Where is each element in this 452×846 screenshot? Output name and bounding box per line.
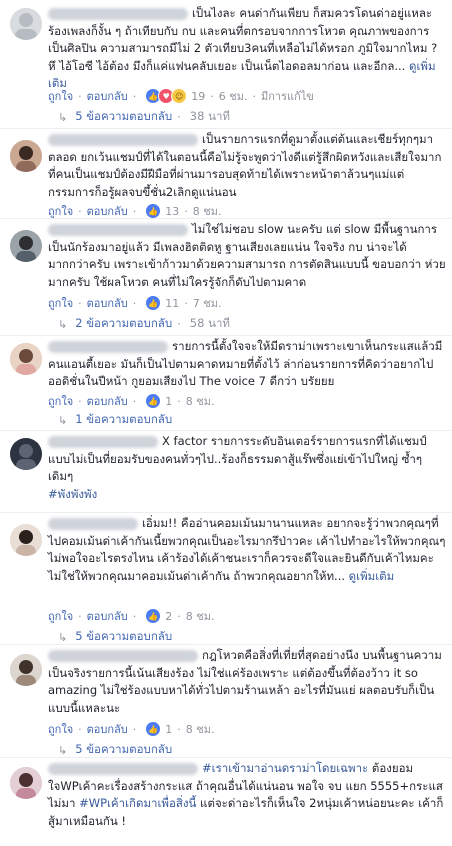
user-avatar-icon: [10, 654, 42, 686]
comment-actions: ถูกใจ · ตอบกลับ · 👍 2 · 8 ชม.: [48, 608, 442, 624]
comment-actions: ถูกใจ · ตอบกลับ · 👍 13 · 8 ชม.: [48, 203, 442, 219]
reply-count[interactable]: 5 ข้อความตอบกลับ: [75, 108, 172, 126]
hashtag-link[interactable]: #พังพังพัง: [48, 487, 97, 501]
like-link[interactable]: ถูกใจ: [48, 294, 73, 312]
avatar[interactable]: [10, 140, 42, 172]
like-link[interactable]: ถูกใจ: [48, 392, 73, 410]
reply-link[interactable]: ตอบกลับ: [87, 87, 128, 105]
view-replies-link[interactable]: ↳ 2 ข้อความตอบกลับ · 58 นาที: [58, 315, 230, 333]
avatar[interactable]: [10, 654, 42, 686]
haha-reaction-icon: ☺: [171, 88, 188, 104]
reaction-count: 2: [165, 609, 173, 623]
reaction-summary[interactable]: 👍 2: [145, 608, 172, 624]
comment-body: เป็นรายการแรกที่ดูมาตั้งแต่ต้นและเชียร์ท…: [48, 131, 446, 201]
user-avatar-icon: [10, 8, 42, 40]
comment-body: เอิ่มม!! คืออ่านคอมเม้นมานานแหละ อยากจะร…: [48, 515, 446, 585]
commenter-name[interactable]: [48, 649, 198, 662]
reply-link[interactable]: ตอบกลับ: [87, 607, 128, 625]
avatar[interactable]: [10, 8, 42, 40]
reply-arrow-icon: ↳: [58, 110, 68, 124]
like-reaction-icon: 👍: [145, 721, 162, 737]
comment-actions: ถูกใจ · ตอบกลับ · 👍 ♥ ☺ 19 · 6 ชม. · มีการแก้…: [48, 88, 442, 104]
reply-count[interactable]: 2 ข้อความตอบกลับ: [75, 315, 172, 333]
divider: [0, 512, 452, 513]
user-avatar-icon: [10, 343, 42, 375]
avatar[interactable]: [10, 230, 42, 262]
commenter-name[interactable]: [48, 435, 158, 448]
like-link[interactable]: ถูกใจ: [48, 720, 73, 738]
reply-link[interactable]: ตอบกลับ: [87, 392, 128, 410]
like-reaction-icon: 👍: [145, 203, 162, 219]
commenter-name[interactable]: [48, 517, 138, 530]
divider: [0, 218, 452, 219]
divider: [0, 430, 452, 431]
see-more-link[interactable]: ดูเพิ่มเติม: [349, 569, 395, 583]
comment-body: #เราเข้ามาอ่านดราม่าโดยเฉพาะ ต้องยอมใจWP…: [48, 760, 446, 830]
comment-body: เป็นไงละ คนด่ากันเพียบ ก็สมควรโดนด่าอยู่…: [48, 5, 446, 93]
comment-time[interactable]: 6 ชม.: [219, 87, 248, 105]
avatar[interactable]: [10, 438, 42, 470]
reply-link[interactable]: ตอบกลับ: [87, 720, 128, 738]
reaction-count: 1: [165, 722, 173, 736]
reply-arrow-icon: ↳: [58, 413, 68, 427]
reply-time: 58 นาที: [189, 316, 230, 330]
reaction-summary[interactable]: 👍 ♥ ☺ 19: [145, 88, 205, 104]
divider: [0, 757, 452, 758]
commenter-name[interactable]: [48, 133, 198, 146]
comment-actions: ถูกใจ · ตอบกลับ · 👍 11 · 7 ชม.: [48, 295, 442, 311]
user-avatar-icon: [10, 438, 42, 470]
comment-body: รายการนี้ตั้งใจจะให้มีดราม่าเพราะเขาเห็น…: [48, 338, 446, 391]
reply-arrow-icon: ↳: [58, 317, 68, 331]
view-replies-link[interactable]: ↳ 5 ข้อความตอบกลับ · 38 นาที: [58, 108, 230, 126]
reply-link[interactable]: ตอบกลับ: [87, 294, 128, 312]
divider: [0, 335, 452, 336]
hashtag-link[interactable]: #เราเข้ามาอ่านดราม่าโดยเฉพาะ: [202, 761, 368, 775]
user-avatar-icon: [10, 140, 42, 172]
commenter-name[interactable]: [48, 340, 168, 353]
comment-thread: เป็นไงละ คนด่ากันเพียบ ก็สมควรโดนด่าอยู่…: [0, 0, 452, 846]
reply-time: 38 นาที: [189, 109, 230, 123]
avatar[interactable]: [10, 767, 42, 799]
reaction-summary[interactable]: 👍 11: [145, 295, 179, 311]
view-replies-link[interactable]: ↳ 1 ข้อความตอบกลับ: [58, 411, 172, 429]
hashtag-link[interactable]: #WPเค้าเกิดมาเพื่อสิ่งนี้: [79, 796, 196, 810]
commenter-name[interactable]: [48, 223, 188, 236]
user-avatar-icon: [10, 524, 42, 556]
commenter-name[interactable]: [48, 762, 198, 775]
avatar[interactable]: [10, 343, 42, 375]
reply-count[interactable]: 1 ข้อความตอบกลับ: [75, 411, 172, 429]
avatar[interactable]: [10, 524, 42, 556]
comment-time[interactable]: 8 ชม.: [186, 607, 215, 625]
reply-arrow-icon: ↳: [58, 743, 68, 757]
divider: [0, 644, 452, 645]
like-link[interactable]: ถูกใจ: [48, 607, 73, 625]
comment-time[interactable]: 7 ชม.: [193, 294, 222, 312]
user-avatar-icon: [10, 767, 42, 799]
like-link[interactable]: ถูกใจ: [48, 87, 73, 105]
reaction-summary[interactable]: 👍 13: [145, 203, 179, 219]
comment-time[interactable]: 8 ชม.: [186, 392, 215, 410]
comment-body: กฎโหวตคือสิ่งที่เที่ยที่สุดอย่างนึง บนพื…: [48, 647, 446, 717]
edited-label: มีการแก้ไข: [260, 90, 314, 103]
comment-actions: ถูกใจ · ตอบกลับ · 👍 1 · 8 ชม.: [48, 393, 442, 409]
comment-body: ไม่ใช่ไม่ชอบ slow นะครับ แต่ slow มีพื้น…: [48, 221, 446, 291]
reaction-count: 11: [165, 296, 180, 310]
like-reaction-icon: 👍: [145, 393, 162, 409]
divider: [0, 128, 452, 129]
reply-arrow-icon: ↳: [58, 630, 68, 644]
reaction-count: 19: [191, 89, 206, 103]
comment-actions: ถูกใจ · ตอบกลับ · 👍 1 · 8 ชม.: [48, 721, 442, 737]
comment-time[interactable]: 8 ชม.: [186, 720, 215, 738]
like-reaction-icon: 👍: [145, 295, 162, 311]
reaction-count: 13: [165, 204, 180, 218]
user-avatar-icon: [10, 230, 42, 262]
like-reaction-icon: 👍: [145, 608, 162, 624]
reaction-summary[interactable]: 👍 1: [145, 393, 172, 409]
commenter-name[interactable]: [48, 7, 188, 20]
reaction-count: 1: [165, 394, 173, 408]
reaction-summary[interactable]: 👍 1: [145, 721, 172, 737]
comment-body: X factor รายการระดับอินเตอร์รายการแรกที่…: [48, 433, 446, 503]
